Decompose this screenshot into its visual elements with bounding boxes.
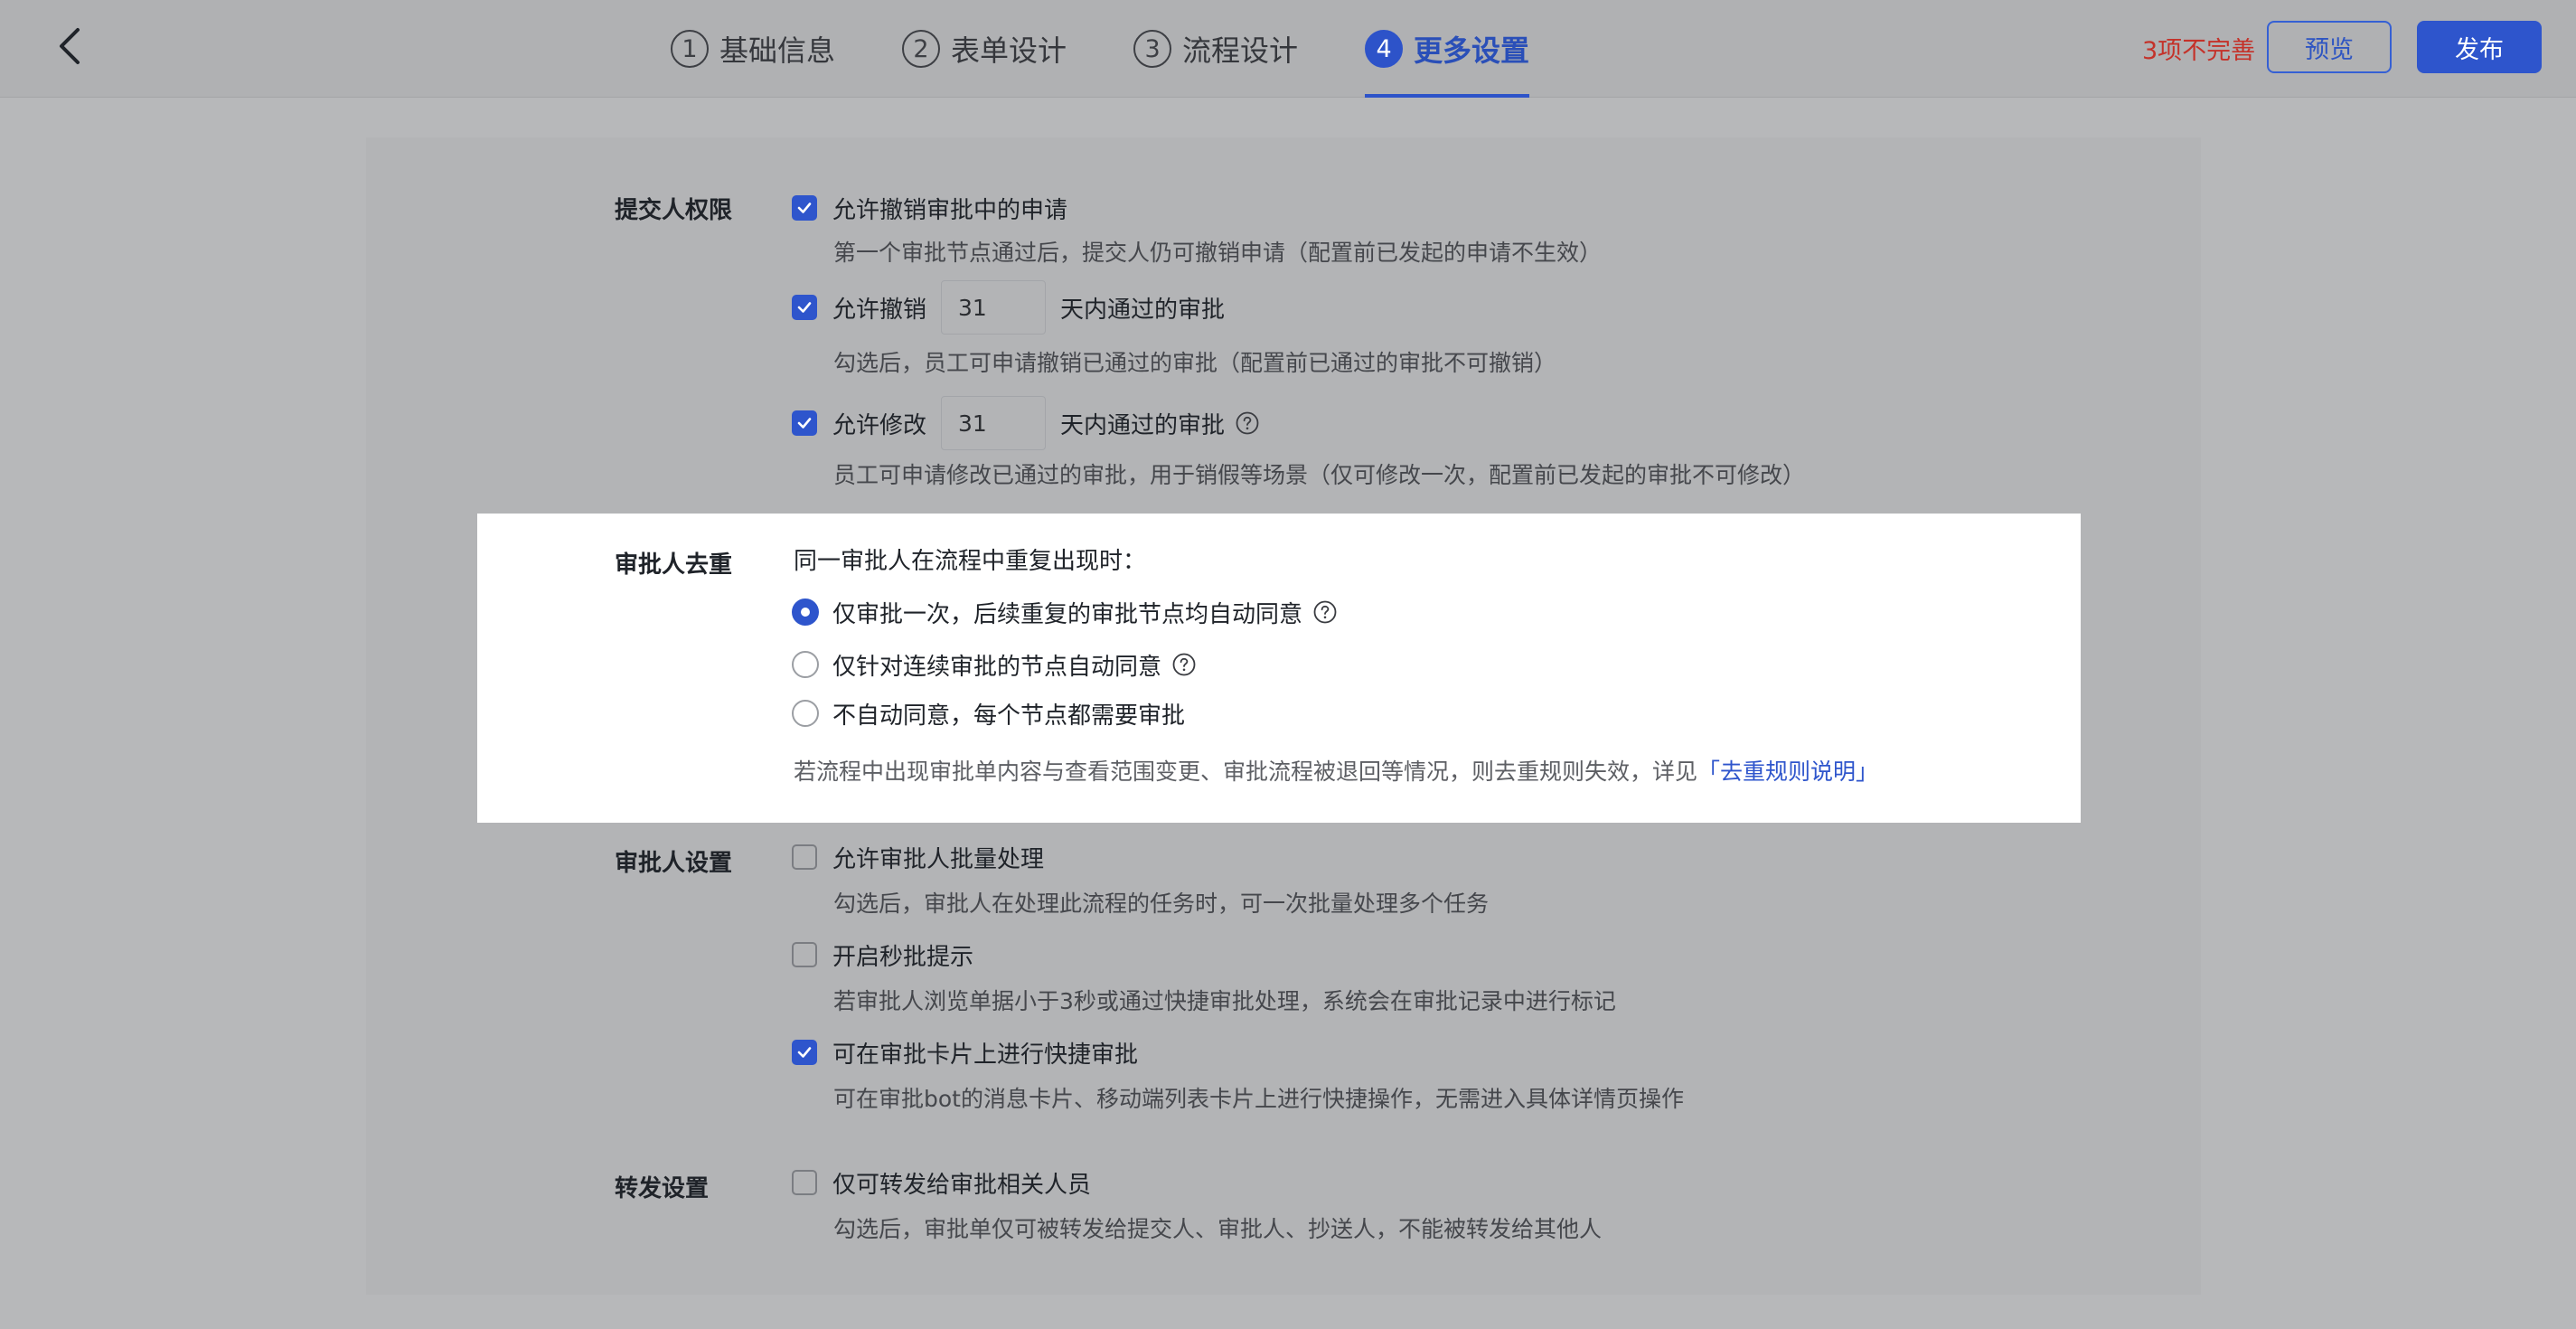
option-label: 允许审批人批量处理 xyxy=(832,845,1045,873)
option-description: 第一个审批节点通过后，提交人仍可撤销申请（配置前已发起的申请不生效） xyxy=(833,240,1603,266)
option-allow-withdraw-approved: 允许撤销 天内通过的审批 xyxy=(792,280,1225,335)
modify-days-input[interactable] xyxy=(941,396,1047,450)
step-number: 2 xyxy=(902,30,941,68)
option-allow-modify-approved: 允许修改 天内通过的审批 xyxy=(792,396,1259,450)
note-text: 若流程中出现审批单内容与查看范围变更、审批流程被退回等情况，则去重规则失效，详见 xyxy=(794,759,1698,785)
option-label-suffix: 天内通过的审批 xyxy=(1060,296,1226,324)
step-label: 表单设计 xyxy=(951,33,1067,68)
radio-button[interactable] xyxy=(792,651,819,678)
step-number: 3 xyxy=(1133,30,1172,68)
option-label-suffix: 天内通过的审批 xyxy=(1060,411,1226,439)
checkbox[interactable] xyxy=(792,844,817,870)
help-icon[interactable] xyxy=(1172,653,1196,676)
option-forward-related-only: 仅可转发给审批相关人员 xyxy=(792,1164,1091,1201)
incomplete-warning[interactable]: 3项不完善 xyxy=(2142,31,2255,66)
check-icon xyxy=(797,203,812,213)
dedupe-rules-link[interactable]: 「去重规则说明」 xyxy=(1697,759,1878,785)
option-description: 勾选后，审批单仅可被转发给提交人、审批人、抄送人，不能被转发给其他人 xyxy=(833,1216,1603,1242)
option-description: 若审批人浏览单据小于3秒或通过快捷审批处理，系统会在审批记录中进行标记 xyxy=(833,988,1616,1014)
option-label-prefix: 允许修改 xyxy=(832,411,927,439)
option-card-quick-approve: 可在审批卡片上进行快捷审批 xyxy=(792,1034,1138,1070)
step-number: 4 xyxy=(1365,30,1404,68)
option-description: 勾选后，员工可申请撤销已通过的审批（配置前已通过的审批不可撤销） xyxy=(833,350,1557,376)
step-label: 更多设置 xyxy=(1414,33,1530,68)
checkbox[interactable] xyxy=(792,195,817,221)
option-label: 仅针对连续审批的节点自动同意 xyxy=(832,653,1162,681)
checkbox[interactable] xyxy=(792,410,817,436)
radio-option-consecutive-only[interactable]: 仅针对连续审批的节点自动同意 xyxy=(792,646,1196,683)
check-icon xyxy=(797,1047,812,1058)
radio-option-no-auto[interactable]: 不自动同意，每个节点都需要审批 xyxy=(792,695,1185,731)
step-more-settings[interactable]: 4 更多设置 xyxy=(1365,0,1530,98)
option-label: 可在审批卡片上进行快捷审批 xyxy=(832,1041,1139,1069)
checkbox[interactable] xyxy=(792,942,817,967)
section-label-dedupe: 审批人去重 xyxy=(615,551,733,579)
dedupe-note: 若流程中出现审批单内容与查看范围变更、审批流程被退回等情况，则去重规则失效，详见… xyxy=(794,754,1878,787)
step-nav: 1 基础信息 2 表单设计 3 流程设计 4 更多设置 xyxy=(671,0,1596,98)
help-icon[interactable] xyxy=(1236,411,1259,435)
check-icon xyxy=(797,418,812,429)
option-label: 仅审批一次，后续重复的审批节点均自动同意 xyxy=(832,600,1303,628)
checkbox[interactable] xyxy=(792,1170,817,1195)
section-label-approver: 审批人设置 xyxy=(615,850,733,877)
option-label: 开启秒批提示 xyxy=(832,943,974,971)
option-label: 允许撤销审批中的申请 xyxy=(832,196,1068,224)
chevron-left-icon xyxy=(60,28,80,64)
radio-button[interactable] xyxy=(792,700,819,727)
preview-button[interactable]: 预览 xyxy=(2267,21,2392,73)
option-description: 可在审批bot的消息卡片、移动端列表卡片上进行快捷操作，无需进入具体详情页操作 xyxy=(833,1086,1684,1112)
option-label-prefix: 允许撤销 xyxy=(832,296,927,324)
check-icon xyxy=(797,302,812,313)
checkbox[interactable] xyxy=(792,1040,817,1065)
radio-option-approve-once[interactable]: 仅审批一次，后续重复的审批节点均自动同意 xyxy=(792,594,1337,630)
checkbox[interactable] xyxy=(792,295,817,320)
option-label: 不自动同意，每个节点都需要审批 xyxy=(832,702,1186,730)
step-basic-info[interactable]: 1 基础信息 xyxy=(671,0,835,98)
option-description: 勾选后，审批人在处理此流程的任务时，可一次批量处理多个任务 xyxy=(833,891,1490,917)
step-flow-design[interactable]: 3 流程设计 xyxy=(1133,0,1298,98)
section-label-submitter: 提交人权限 xyxy=(615,197,733,224)
option-allow-withdraw-pending: 允许撤销审批中的申请 xyxy=(792,190,1067,226)
help-icon[interactable] xyxy=(1313,600,1337,624)
dedupe-title: 同一审批人在流程中重复出现时： xyxy=(794,548,1147,575)
step-label: 流程设计 xyxy=(1182,33,1299,68)
radio-button[interactable] xyxy=(792,599,819,626)
option-label: 仅可转发给审批相关人员 xyxy=(832,1171,1092,1199)
step-number: 1 xyxy=(671,30,709,68)
option-batch-process: 允许审批人批量处理 xyxy=(792,839,1044,875)
back-button[interactable] xyxy=(47,24,92,69)
option-description: 员工可申请修改已通过的审批，用于销假等场景（仅可修改一次，配置前已发起的审批不可… xyxy=(833,462,1806,488)
top-bar: 1 基础信息 2 表单设计 3 流程设计 4 更多设置 3项不完善 预览 发布 xyxy=(0,0,2576,98)
step-label: 基础信息 xyxy=(719,33,836,68)
option-quick-approve-hint: 开启秒批提示 xyxy=(792,937,973,973)
step-form-design[interactable]: 2 表单设计 xyxy=(902,0,1067,98)
section-label-forward: 转发设置 xyxy=(615,1175,710,1202)
publish-button[interactable]: 发布 xyxy=(2417,21,2542,73)
withdraw-days-input[interactable] xyxy=(941,280,1047,335)
